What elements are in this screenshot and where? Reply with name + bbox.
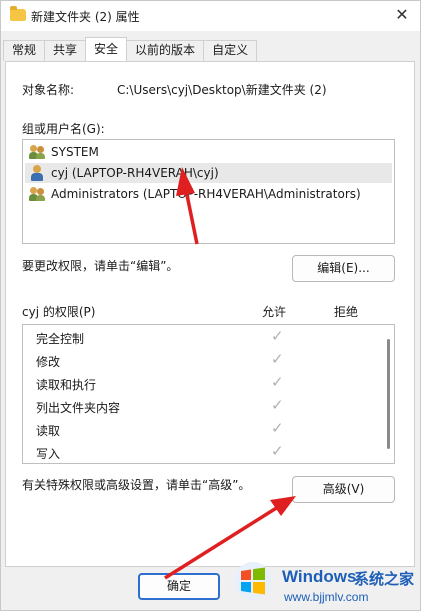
object-name-value: C:\Users\cyj\Desktop\新建文件夹 (2) [117,83,327,97]
permission-name: 写入 [36,447,61,461]
users-group-icon [29,144,47,160]
folder-icon [10,6,26,21]
user-list-item-selected[interactable]: cyj (LAPTOP-RH4VERAH\cyj) [25,163,392,183]
users-group-icon [29,186,47,202]
properties-window: 新建文件夹 (2) 属性 ✕ 常规 共享 安全 以前的版本 自定义 对象名称: … [0,0,421,611]
permissions-list: 完全控制 ✓ 修改 ✓ 读取和执行 ✓ 列出文件夹内容 ✓ 读取 ✓ 写入 ✓ [22,324,395,464]
allow-check-icon: ✓ [271,396,284,414]
permission-row: 完全控制 ✓ [23,326,378,348]
permission-name: 读取 [36,424,61,438]
ok-button[interactable]: 确定 [138,573,220,600]
windows-logo-icon [234,562,272,600]
tab-previous-versions[interactable]: 以前的版本 [126,40,205,61]
deny-column-header: 拒绝 [334,305,359,319]
edit-button[interactable]: 编辑(E)... [292,255,395,282]
permission-name: 读取和执行 [36,378,97,392]
advanced-hint: 有关特殊权限或高级设置，请单击“高级”。 [22,478,251,492]
change-permissions-hint: 要更改权限，请单击“编辑”。 [22,259,179,273]
user-name: Administrators (LAPTOP-RH4VERAH\Administ… [51,187,361,201]
permission-name: 列出文件夹内容 [36,401,121,415]
permission-row: 列出文件夹内容 ✓ [23,395,378,417]
allow-check-icon: ✓ [271,373,284,391]
user-list[interactable]: SYSTEM cyj (LAPTOP-RH4VERAH\cyj) Adminis… [22,139,395,244]
allow-check-icon: ✓ [271,327,284,345]
permission-row: 修改 ✓ [23,349,378,371]
user-icon [29,165,47,181]
watermark: Windows 系统之家 www.bjjmlv.com [226,552,421,611]
security-panel: 对象名称: C:\Users\cyj\Desktop\新建文件夹 (2) 组或用… [5,61,415,567]
group-or-user-label: 组或用户名(G): [22,122,105,136]
permissions-header: cyj 的权限(P) [22,305,96,319]
allow-check-icon: ✓ [271,442,284,460]
permission-row: 读取和执行 ✓ [23,372,378,394]
permission-name: 修改 [36,355,61,369]
user-list-item[interactable]: Administrators (LAPTOP-RH4VERAH\Administ… [25,184,392,204]
allow-check-icon: ✓ [271,350,284,368]
close-button[interactable]: ✕ [390,4,414,28]
permission-row: 写入 ✓ [23,441,378,463]
tab-bar: 常规 共享 安全 以前的版本 自定义 [3,37,258,61]
user-name: cyj (LAPTOP-RH4VERAH\cyj) [51,166,219,180]
user-list-item[interactable]: SYSTEM [25,142,392,162]
tab-sharing[interactable]: 共享 [44,40,87,61]
tab-general[interactable]: 常规 [3,40,46,61]
watermark-title: Windows [282,567,357,586]
permission-name: 完全控制 [36,332,85,346]
allow-check-icon: ✓ [271,419,284,437]
watermark-title-cn: 系统之家 [354,570,415,588]
tab-customize[interactable]: 自定义 [203,40,258,61]
permission-row: 读取 ✓ [23,418,378,440]
window-title: 新建文件夹 (2) 属性 [31,10,140,24]
user-name: SYSTEM [51,145,99,159]
watermark-url: www.bjjmlv.com [284,590,369,604]
permissions-scrollbar[interactable] [387,339,390,449]
tab-security[interactable]: 安全 [85,37,128,61]
advanced-button[interactable]: 高级(V) [292,476,395,503]
title-bar: 新建文件夹 (2) 属性 ✕ [1,1,420,31]
allow-column-header: 允许 [262,305,287,319]
object-name-label: 对象名称: [22,83,75,97]
